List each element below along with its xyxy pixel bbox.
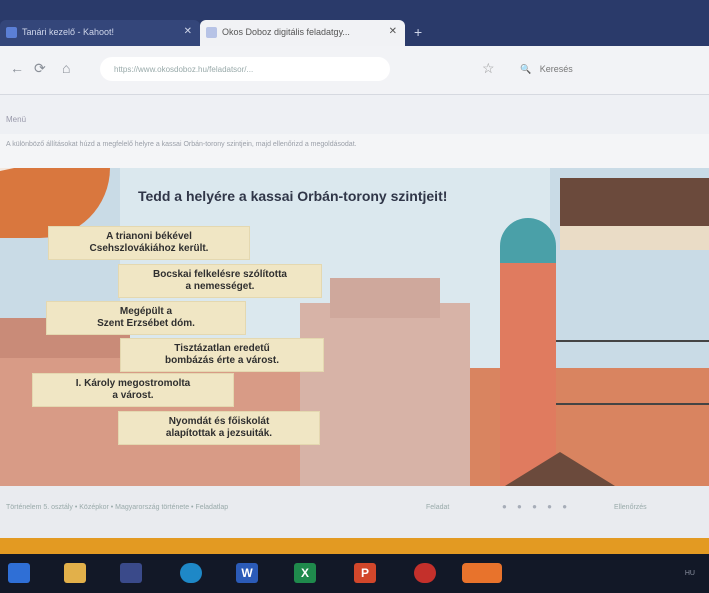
reload-button[interactable]: ⟳ <box>34 60 46 77</box>
card-text: A trianoni békével Csehszlovákiához kerü… <box>89 231 209 254</box>
search-placeholder: Keresés <box>539 64 573 74</box>
file-explorer-icon[interactable] <box>64 563 86 583</box>
accent-bar <box>0 538 709 554</box>
tab-kahoot[interactable]: Tanári kezelő - Kahoot! ✕ <box>0 20 200 46</box>
bookmark-star-icon[interactable]: ☆ <box>482 60 495 77</box>
roof-right <box>560 178 709 226</box>
draggable-card[interactable]: Megépült a Szent Erzsébet dóm. <box>46 301 246 335</box>
card-text: Nyomdát és főiskolát alapítottak a jezsu… <box>165 416 273 439</box>
toolbar-menu-label[interactable]: Menü <box>6 115 26 124</box>
tab-label: Okos Doboz digitális feladatgy... <box>222 27 350 37</box>
page-toolbar: Menü <box>0 94 709 134</box>
card-text: I. Károly megostromolta a várost. <box>75 378 191 401</box>
exercise-area: Tedd a helyére a kassai Orbán-torony szi… <box>0 168 709 486</box>
gable-top <box>330 278 440 318</box>
page-footer: Történelem 5. osztály • Középkor • Magya… <box>0 486 709 538</box>
logo-mark-icon <box>0 168 26 175</box>
screen: Tanári kezelő - Kahoot! ✕ Okos Doboz dig… <box>0 0 709 593</box>
excel-icon[interactable]: X <box>294 563 316 583</box>
home-button[interactable]: ⌂ <box>62 60 70 76</box>
close-icon[interactable]: ✕ <box>389 26 397 37</box>
browser-navbar: ← ⟳ ⌂ https://www.okosdoboz.hu/feladatso… <box>0 46 709 94</box>
kahoot-favicon-icon <box>6 27 17 38</box>
tower-dome <box>500 218 556 268</box>
word-icon[interactable]: W <box>236 563 258 583</box>
exercise-title: Tedd a helyére a kassai Orbán-torony szi… <box>138 188 448 204</box>
building-gable <box>300 303 470 486</box>
progress-dots[interactable]: ● ● ● ● ● <box>502 502 571 511</box>
firefox-icon[interactable] <box>462 563 502 583</box>
check-button[interactable]: Ellenőrzés <box>614 504 647 511</box>
instruction-bar: A különböző állításokat húzd a megfelelő… <box>0 134 709 168</box>
orban-tower <box>500 263 556 486</box>
card-text: Bocskai felkelésre szólította a nemesség… <box>153 269 287 292</box>
draggable-card[interactable]: Tisztázatlan eredetű bombázás érte a vár… <box>120 338 324 372</box>
tab-label: Tanári kezelő - Kahoot! <box>22 27 115 37</box>
start-icon[interactable] <box>8 563 30 583</box>
back-button[interactable]: ← <box>10 60 24 76</box>
os-taskbar: W X P HU <box>0 554 709 593</box>
footer-breadcrumb[interactable]: Történelem 5. osztály • Középkor • Magya… <box>6 504 228 511</box>
tab-okosdoboz[interactable]: Okos Doboz digitális feladatgy... ✕ <box>200 20 405 46</box>
powerpoint-icon[interactable]: P <box>354 563 376 583</box>
paint-icon[interactable] <box>414 563 436 583</box>
draggable-card[interactable]: Nyomdát és főiskolát alapítottak a jezsu… <box>118 411 320 445</box>
search-box[interactable]: 🔍 Keresés <box>512 57 682 81</box>
draggable-card[interactable]: A trianoni békével Csehszlovákiához kerü… <box>48 226 250 260</box>
footer-task-label: Feladat <box>426 504 450 511</box>
search-icon: 🔍 <box>520 64 532 74</box>
draggable-card[interactable]: Bocskai felkelésre szólította a nemesség… <box>118 264 322 298</box>
card-text: Megépült a Szent Erzsébet dóm. <box>97 306 195 329</box>
media-player-icon[interactable] <box>120 563 142 583</box>
card-text: Tisztázatlan eredetű bombázás érte a vár… <box>165 343 279 366</box>
instruction-text: A különböző állításokat húzd a megfelelő… <box>6 141 357 148</box>
balcony-right <box>560 226 709 250</box>
close-icon[interactable]: ✕ <box>184 26 192 37</box>
browser-tab-strip: Tanári kezelő - Kahoot! ✕ Okos Doboz dig… <box>0 0 709 46</box>
drop-slot-line[interactable] <box>556 340 709 342</box>
edge-browser-icon[interactable] <box>180 563 202 583</box>
address-bar[interactable]: https://www.okosdoboz.hu/feladatsor/... <box>100 57 390 81</box>
new-tab-button[interactable]: + <box>414 24 422 40</box>
system-tray[interactable]: HU <box>685 570 695 577</box>
draggable-card[interactable]: I. Károly megostromolta a várost. <box>32 373 234 407</box>
okosdoboz-favicon-icon <box>206 27 217 38</box>
drop-slot-line[interactable] <box>556 403 709 405</box>
